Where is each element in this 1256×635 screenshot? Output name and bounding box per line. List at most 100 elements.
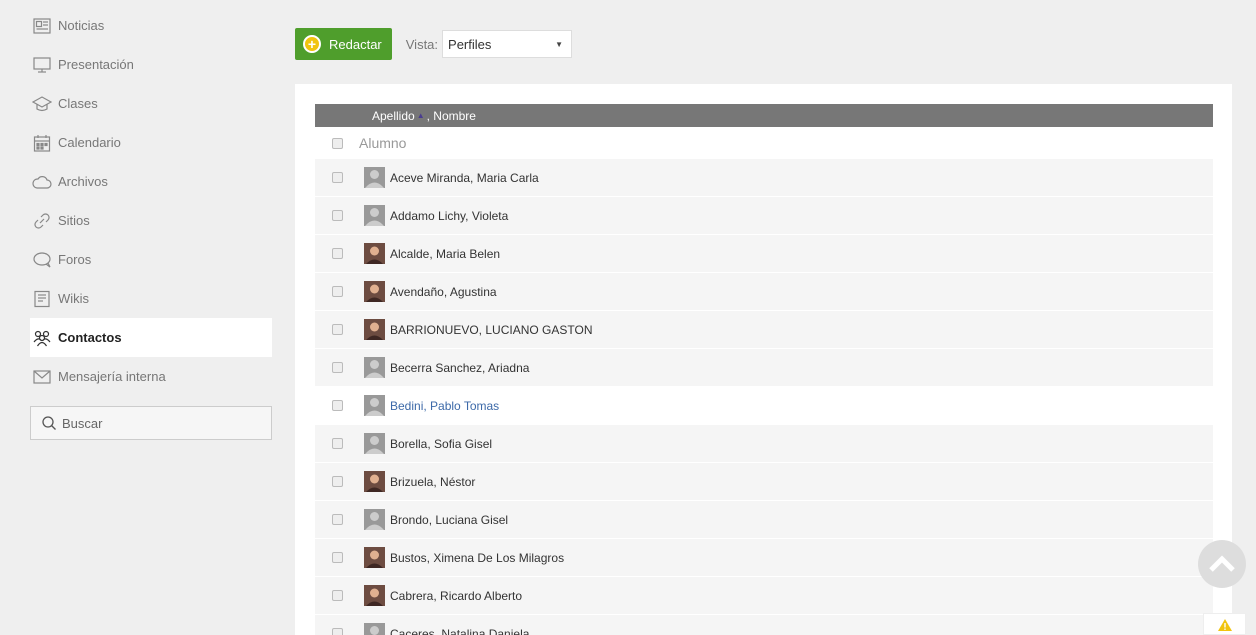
sidebar-item-label: Wikis bbox=[58, 291, 90, 306]
contact-name[interactable]: Borella, Sofia Gisel bbox=[390, 437, 492, 451]
warning-button[interactable] bbox=[1203, 613, 1246, 635]
avatar[interactable] bbox=[364, 623, 385, 635]
sidebar: Noticias Presentación Clases Calendario … bbox=[30, 6, 272, 440]
envelope-icon bbox=[32, 367, 52, 387]
sidebar-item-noticias[interactable]: Noticias bbox=[30, 6, 272, 45]
table-row[interactable]: Aceve Miranda, Maria Carla bbox=[315, 159, 1213, 197]
sidebar-item-presentacion[interactable]: Presentación bbox=[30, 45, 272, 84]
table-row[interactable]: Alcalde, Maria Belen bbox=[315, 235, 1213, 273]
avatar[interactable] bbox=[364, 433, 385, 454]
sidebar-item-label: Mensajería interna bbox=[58, 369, 166, 384]
compose-button[interactable]: + Redactar bbox=[295, 28, 392, 60]
sidebar-item-label: Archivos bbox=[58, 174, 108, 189]
search-icon bbox=[42, 416, 56, 430]
sidebar-item-wikis[interactable]: Wikis bbox=[30, 279, 272, 318]
sidebar-item-label: Clases bbox=[58, 96, 98, 111]
sort-ascending-icon[interactable]: ▲ bbox=[417, 111, 425, 120]
avatar[interactable] bbox=[364, 167, 385, 188]
row-checkbox[interactable] bbox=[332, 172, 343, 183]
table-row[interactable]: Avendaño, Agustina bbox=[315, 273, 1213, 311]
avatar[interactable] bbox=[364, 357, 385, 378]
table-header[interactable]: Apellido ▲ , Nombre bbox=[315, 104, 1213, 127]
sidebar-item-label: Noticias bbox=[58, 18, 105, 33]
avatar[interactable] bbox=[364, 471, 385, 492]
vista-selected-value: Perfiles bbox=[448, 36, 492, 52]
row-checkbox[interactable] bbox=[332, 590, 343, 601]
avatar[interactable] bbox=[364, 281, 385, 302]
sidebar-item-mensajeria[interactable]: Mensajería interna bbox=[30, 357, 272, 396]
contacts-panel: Apellido ▲ , Nombre Alumno Aceve Miranda… bbox=[295, 84, 1232, 635]
contact-name[interactable]: Caceres, Natalina Daniela bbox=[390, 627, 529, 635]
avatar[interactable] bbox=[364, 395, 385, 416]
sidebar-item-label: Contactos bbox=[58, 330, 122, 345]
column-apellido[interactable]: Apellido bbox=[372, 109, 415, 123]
sidebar-item-contactos[interactable]: Contactos bbox=[30, 318, 272, 357]
sidebar-item-foros[interactable]: Foros bbox=[30, 240, 272, 279]
contact-name[interactable]: Bedini, Pablo Tomas bbox=[390, 399, 499, 413]
row-checkbox[interactable] bbox=[332, 362, 343, 373]
avatar[interactable] bbox=[364, 319, 385, 340]
contact-name[interactable]: Brondo, Luciana Gisel bbox=[390, 513, 508, 527]
vista-select[interactable]: Perfiles ▼ bbox=[442, 30, 573, 58]
sidebar-item-label: Sitios bbox=[58, 213, 90, 228]
avatar[interactable] bbox=[364, 585, 385, 606]
contact-name[interactable]: Avendaño, Agustina bbox=[390, 285, 497, 299]
warning-icon bbox=[1217, 619, 1232, 631]
sidebar-item-label: Foros bbox=[58, 252, 92, 267]
sidebar-item-calendario[interactable]: Calendario bbox=[30, 123, 272, 162]
search-label: Buscar bbox=[62, 415, 103, 431]
avatar[interactable] bbox=[364, 243, 385, 264]
chevron-up-icon bbox=[1209, 555, 1235, 572]
avatar[interactable] bbox=[364, 547, 385, 568]
sidebar-item-archivos[interactable]: Archivos bbox=[30, 162, 272, 201]
table-row[interactable]: Addamo Lichy, Violeta bbox=[315, 197, 1213, 235]
row-checkbox[interactable] bbox=[332, 286, 343, 297]
contact-name[interactable]: Addamo Lichy, Violeta bbox=[390, 209, 508, 223]
table-row[interactable]: Bedini, Pablo Tomas bbox=[315, 387, 1213, 425]
table-row[interactable]: Bustos, Ximena De Los Milagros bbox=[315, 539, 1213, 577]
contact-name[interactable]: Aceve Miranda, Maria Carla bbox=[390, 171, 539, 185]
row-checkbox[interactable] bbox=[332, 514, 343, 525]
table-row[interactable]: Borella, Sofia Gisel bbox=[315, 425, 1213, 463]
toolbar: + Redactar Vista: Perfiles ▼ bbox=[295, 28, 573, 60]
sidebar-item-sitios[interactable]: Sitios bbox=[30, 201, 272, 240]
table-row[interactable]: BARRIONUEVO, LUCIANO GASTON bbox=[315, 311, 1213, 349]
contact-name[interactable]: Becerra Sanchez, Ariadna bbox=[390, 361, 529, 375]
row-checkbox[interactable] bbox=[332, 210, 343, 221]
group-label: Alumno bbox=[359, 135, 407, 151]
row-checkbox[interactable] bbox=[332, 324, 343, 335]
sidebar-item-label: Presentación bbox=[58, 57, 134, 72]
group-checkbox[interactable] bbox=[332, 137, 343, 149]
row-checkbox[interactable] bbox=[332, 628, 343, 635]
table-row[interactable]: Brondo, Luciana Gisel bbox=[315, 501, 1213, 539]
contact-name[interactable]: Brizuela, Néstor bbox=[390, 475, 475, 489]
column-nombre[interactable]: , Nombre bbox=[427, 109, 476, 123]
contact-name[interactable]: Alcalde, Maria Belen bbox=[390, 247, 500, 261]
scroll-to-top-button[interactable] bbox=[1198, 540, 1246, 588]
plus-circle-icon: + bbox=[303, 35, 321, 53]
row-checkbox[interactable] bbox=[332, 248, 343, 259]
avatar[interactable] bbox=[364, 509, 385, 530]
avatar[interactable] bbox=[364, 205, 385, 226]
row-checkbox[interactable] bbox=[332, 552, 343, 563]
search-button[interactable]: Buscar bbox=[30, 406, 272, 440]
contact-name[interactable]: Bustos, Ximena De Los Milagros bbox=[390, 551, 564, 565]
sidebar-item-clases[interactable]: Clases bbox=[30, 84, 272, 123]
contacts-list: Aceve Miranda, Maria Carla Addamo Lichy, … bbox=[315, 159, 1213, 635]
contact-name[interactable]: BARRIONUEVO, LUCIANO GASTON bbox=[390, 323, 592, 337]
row-checkbox[interactable] bbox=[332, 438, 343, 449]
newspaper-icon bbox=[32, 16, 52, 36]
graduation-cap-icon bbox=[32, 94, 52, 114]
chat-bubble-icon bbox=[32, 250, 52, 270]
document-icon bbox=[32, 289, 52, 309]
contact-name[interactable]: Cabrera, Ricardo Alberto bbox=[390, 589, 522, 603]
calendar-icon bbox=[32, 133, 52, 153]
row-checkbox[interactable] bbox=[332, 400, 343, 411]
table-row[interactable]: Becerra Sanchez, Ariadna bbox=[315, 349, 1213, 387]
table-row[interactable]: Brizuela, Néstor bbox=[315, 463, 1213, 501]
table-row[interactable]: Caceres, Natalina Daniela bbox=[315, 615, 1213, 635]
row-checkbox[interactable] bbox=[332, 476, 343, 487]
table-row[interactable]: Cabrera, Ricardo Alberto bbox=[315, 577, 1213, 615]
vista-label: Vista: bbox=[405, 36, 439, 52]
people-icon bbox=[32, 328, 52, 348]
